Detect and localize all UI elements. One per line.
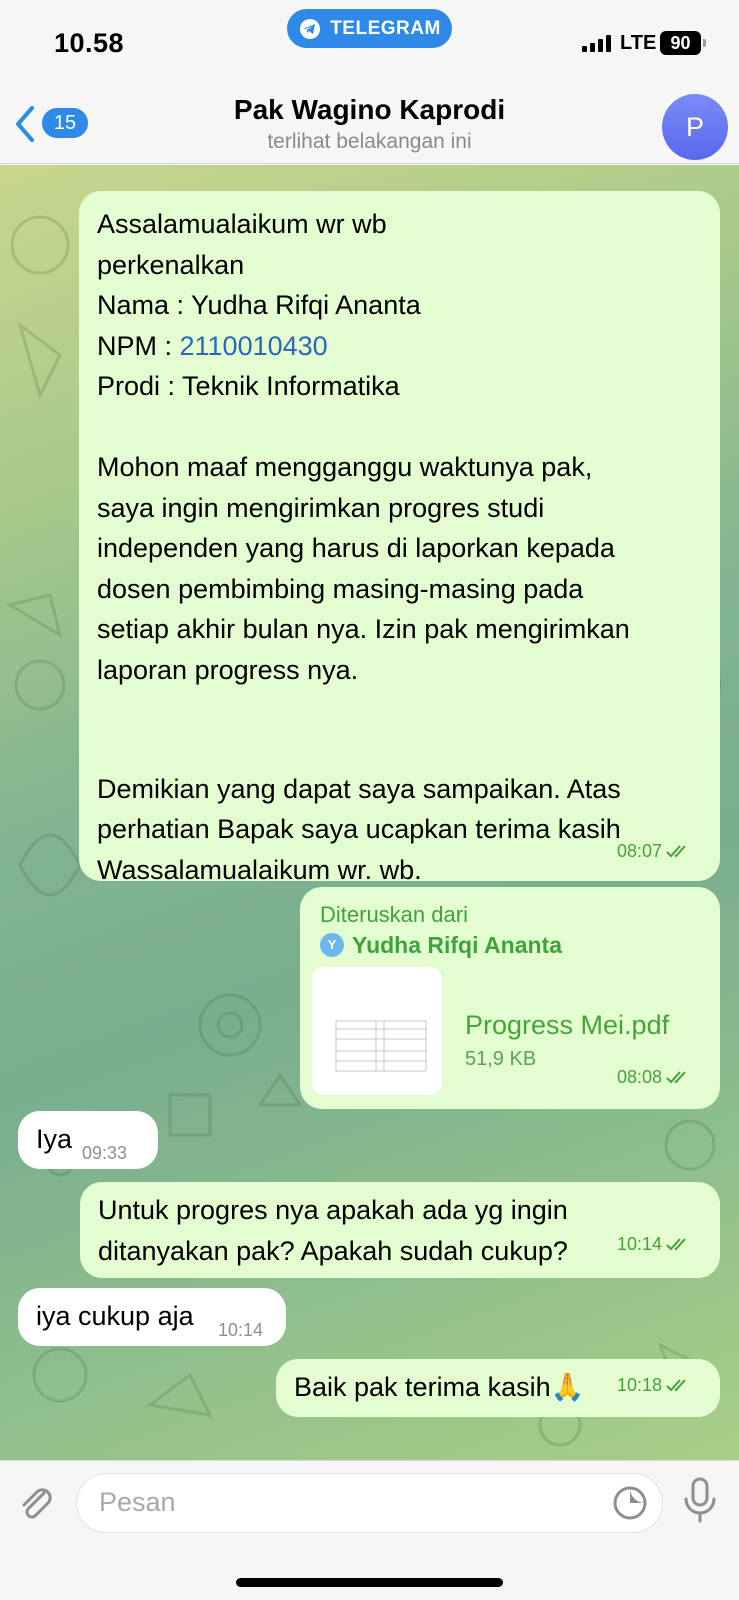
message-line: Prodi : Teknik Informatika (97, 371, 400, 401)
message-line: NPM : 2110010430 (97, 326, 702, 367)
spreadsheet-preview-icon (335, 1020, 427, 1072)
message-meta: 10:14 (617, 1224, 692, 1265)
npm-phone-link[interactable]: 2110010430 (180, 331, 328, 361)
home-indicator (236, 1578, 503, 1587)
outgoing-message[interactable]: Untuk progres nya apakah ada yg ingin di… (80, 1182, 720, 1278)
message-text: Baik pak terima kasih🙏 (294, 1372, 585, 1402)
message-line: Nama : Yudha Rifqi Ananta (97, 290, 421, 320)
incoming-message[interactable]: iya cukup aja 10:14 (18, 1288, 286, 1346)
chat-header: 15 Pak Wagino Kaprodi terlihat belakanga… (0, 84, 739, 164)
message-time: 08:07 (616, 840, 662, 861)
message-meta: 10:18 (617, 1365, 692, 1406)
status-bar: 10.58 TELEGRAM LTE 90 (0, 0, 739, 84)
telegram-pill-label: TELEGRAM (330, 17, 441, 39)
message-time: 10:14 (616, 1233, 662, 1254)
message-line: ditanyakan pak? Apakah sudah cukup? (98, 1235, 568, 1266)
avatar-letter: P (685, 111, 704, 142)
message-line: Assalamualaikum wr wb (97, 209, 387, 239)
message-time: 09:33 (82, 1143, 128, 1163)
message-line (97, 407, 702, 448)
file-size: 51,9 KB (465, 1048, 537, 1070)
forwarded-avatar: Y (320, 933, 344, 958)
message-line: saya ingin mengirimkan progres studi (97, 492, 545, 523)
telegram-plane-icon (300, 18, 321, 39)
message-line: Mohon maaf mengganggu waktunya pak, (97, 452, 593, 482)
contact-avatar[interactable]: P (662, 94, 728, 160)
message-time: 10:14 (218, 1320, 264, 1340)
message-time: 10:18 (616, 1374, 662, 1395)
message-input[interactable]: Pesan (76, 1473, 663, 1533)
message-time: 08:08 (616, 1066, 662, 1087)
message-line: laporan progress nya. (97, 654, 359, 685)
paperclip-icon[interactable] (16, 1483, 58, 1525)
double-check-icon (666, 1379, 686, 1392)
message-text: Iya (36, 1124, 73, 1154)
double-check-icon (666, 1071, 686, 1084)
double-check-icon (666, 1238, 686, 1251)
battery-level: 90 (670, 32, 691, 53)
file-thumbnail[interactable] (312, 967, 442, 1095)
network-label: LTE (620, 32, 657, 54)
incoming-message[interactable]: Iya 09:33 (18, 1111, 158, 1169)
chat-title[interactable]: Pak Wagino Kaprodi (0, 94, 739, 126)
message-line (97, 690, 702, 731)
microphone-icon[interactable] (680, 1475, 720, 1525)
sticker-icon[interactable] (612, 1485, 648, 1521)
message-line: Untuk progres nya apakah ada yg ingin (98, 1195, 568, 1225)
message-meta: 08:07 (617, 831, 692, 872)
telegram-pill[interactable]: TELEGRAM (287, 9, 452, 48)
forwarded-from-name: Yudha Rifqi Ananta (352, 932, 562, 958)
message-line: perkenalkan (97, 249, 245, 280)
status-time: 10.58 (54, 28, 125, 58)
message-line: Wassalamualaikum wr. wb. (97, 854, 422, 885)
message-text: iya cukup aja (36, 1301, 194, 1331)
forwarded-file-message[interactable]: Diteruskan dari Y Yudha Rifqi Ananta Pro… (300, 887, 720, 1109)
chat-area[interactable]: Assalamualaikum wr wb perkenalkan Nama :… (0, 165, 739, 1460)
signal-icon (582, 34, 611, 52)
message-line: dosen pembimbing masing-masing pada (97, 573, 584, 604)
message-meta: 08:08 (617, 1057, 692, 1098)
outgoing-message[interactable]: Baik pak terima kasih🙏 10:18 (276, 1359, 720, 1417)
message-input-placeholder: Pesan (99, 1487, 176, 1517)
message-composer: Pesan (0, 1460, 739, 1600)
message-line: perhatian Bapak saya ucapkan terima kasi… (97, 814, 621, 844)
forwarded-from[interactable]: Y Yudha Rifqi Ananta (320, 925, 562, 966)
message-line: setiap akhir bulan nya. Izin pak mengiri… (97, 614, 630, 644)
message-line: Demikian yang dapat saya sampaikan. Atas (97, 773, 621, 804)
message-line: independen yang harus di laporkan kepada (97, 533, 615, 563)
message-line (97, 731, 702, 769)
message-line-text: NPM : (97, 330, 180, 361)
last-seen-status: terlihat belakangan ini (267, 130, 472, 153)
double-check-icon (666, 845, 686, 858)
battery-icon: 90 (660, 31, 706, 55)
outgoing-message[interactable]: Assalamualaikum wr wb perkenalkan Nama :… (79, 191, 720, 885)
